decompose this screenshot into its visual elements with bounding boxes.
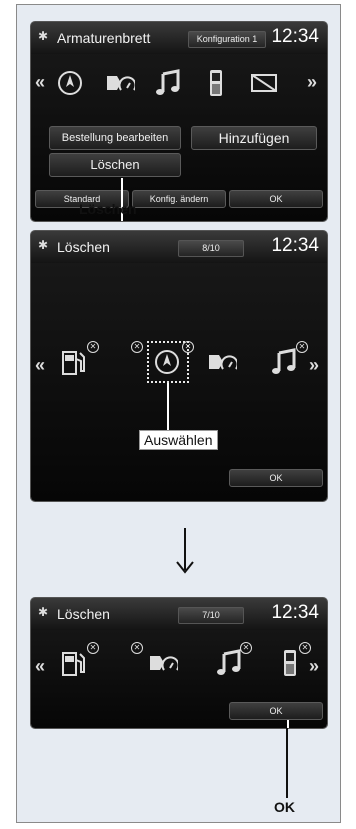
caption-delete: Löschen (79, 201, 137, 217)
scroll-right-arrow-icon[interactable]: » (309, 355, 319, 376)
scroll-right-arrow-icon[interactable]: » (309, 656, 319, 677)
compass-icon[interactable] (55, 68, 85, 98)
scroll-right-arrow-icon[interactable]: » (307, 72, 317, 93)
caption-ok: OK (274, 799, 295, 815)
instruction-frame: ✱ Armaturenbrett Konfiguration 1 12:34 «… (16, 4, 341, 823)
icon-row: « » (31, 62, 327, 102)
music-note-icon[interactable] (214, 648, 244, 678)
screen-title: Löschen (57, 239, 110, 255)
change-config-button[interactable]: Konfig. ändern (132, 190, 226, 208)
remove-icon[interactable]: ✕ (131, 341, 143, 353)
speed-guidance-icon[interactable] (148, 648, 180, 678)
callout-line (286, 728, 288, 798)
item-counter: 8/10 (178, 240, 244, 257)
music-note-icon[interactable] (269, 347, 299, 377)
edit-order-button[interactable]: Bestellung bearbeiten (49, 126, 181, 150)
top-bar: ✱ Löschen 8/10 12:34 (31, 231, 327, 263)
music-note-icon[interactable] (153, 68, 183, 98)
add-button[interactable]: Hinzufügen (191, 126, 317, 150)
selection-highlight (147, 341, 189, 383)
scroll-left-arrow-icon[interactable]: « (35, 72, 45, 93)
speed-guidance-icon[interactable] (105, 68, 137, 98)
callout-line (167, 383, 169, 433)
remove-icon[interactable]: ✕ (131, 642, 143, 654)
speed-guidance-icon[interactable] (207, 347, 239, 377)
gear-icon: ✱ (37, 29, 49, 43)
delete-button[interactable]: Löschen (49, 153, 181, 177)
phone-icon[interactable] (201, 68, 231, 98)
config-selector[interactable]: Konfiguration 1 (188, 31, 266, 48)
top-bar: ✱ Löschen 7/10 12:34 (31, 598, 327, 630)
gear-icon: ✱ (37, 605, 49, 619)
fuel-icon[interactable] (59, 347, 89, 377)
remove-icon[interactable]: ✕ (240, 642, 252, 654)
clock: 12:34 (271, 602, 319, 623)
screen-title: Löschen (57, 606, 110, 622)
remove-icon[interactable]: ✕ (87, 642, 99, 654)
screen-title: Armaturenbrett (57, 30, 151, 46)
scroll-left-arrow-icon[interactable]: « (35, 656, 45, 677)
remove-icon[interactable]: ✕ (296, 341, 308, 353)
ok-button[interactable]: OK (229, 469, 323, 487)
remove-icon[interactable]: ✕ (87, 341, 99, 353)
clock: 12:34 (271, 26, 319, 47)
clock: 12:34 (271, 235, 319, 256)
caption-select: Auswählen (139, 430, 218, 450)
delete-screen-8: ✱ Löschen 8/10 12:34 «✕ ✕ ✕» ✕ Auswählen OK (31, 231, 327, 501)
fuel-icon[interactable] (59, 648, 89, 678)
down-arrow-icon (176, 528, 194, 574)
dashboard-screen: ✱ Armaturenbrett Konfiguration 1 12:34 «… (31, 22, 327, 221)
callout-line (287, 720, 289, 728)
top-bar: ✱ Armaturenbrett Konfiguration 1 12:34 (31, 22, 327, 54)
scroll-left-arrow-icon[interactable]: « (35, 355, 45, 376)
ok-button[interactable]: OK (229, 190, 323, 208)
item-counter: 7/10 (178, 607, 244, 624)
delete-screen-7: ✱ Löschen 7/10 12:34 « ✕ ✕ ✕ » ✕ OK (31, 598, 327, 728)
ok-button[interactable]: OK (229, 702, 323, 720)
remove-icon[interactable]: ✕ (299, 642, 311, 654)
gear-icon: ✱ (37, 238, 49, 252)
blank-screen-icon[interactable] (249, 68, 279, 98)
